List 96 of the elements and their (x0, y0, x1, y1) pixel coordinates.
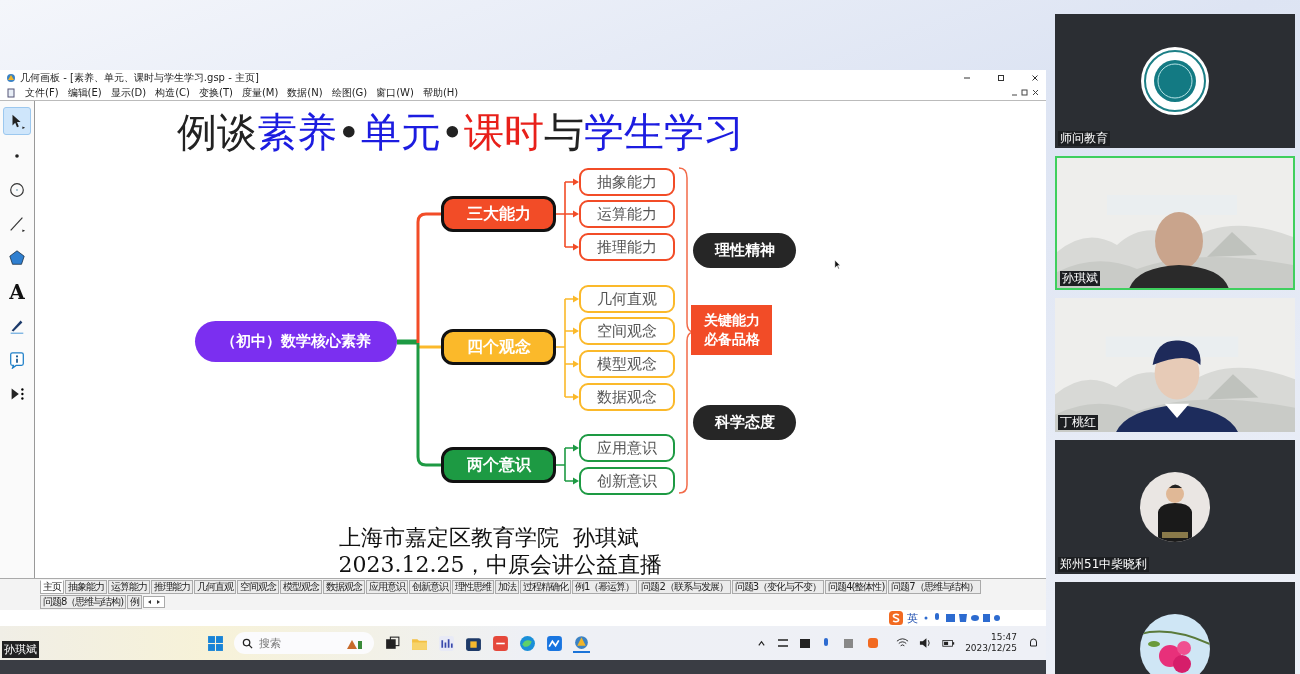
tool-button[interactable]: A (4, 279, 30, 305)
page-tab[interactable]: 过程精确化 (520, 580, 571, 594)
page-tab[interactable]: 运算能力 (108, 580, 150, 594)
zigzag-app-icon[interactable] (545, 634, 563, 652)
participant-name-label: 孙琪斌 (1060, 271, 1100, 286)
menu-item[interactable]: 绘图(G) (331, 86, 368, 100)
window-controls-icon[interactable] (1010, 88, 1040, 98)
mindmap-branch-node: 三大能力 (441, 196, 556, 232)
page-tab[interactable]: 空间观念 (237, 580, 279, 594)
search-field[interactable]: 搜索 (258, 636, 339, 650)
page-tab[interactable]: 例 (127, 595, 143, 609)
video-tile[interactable]: 郑州51中柴晓利 (1055, 440, 1295, 574)
mindmap-leaf-node: 抽象能力 (579, 168, 675, 196)
author-line: 上海市嘉定区教育学院 孙琪斌 (338, 524, 639, 551)
participant-name-label: 郑州51中柴晓利 (1058, 557, 1150, 572)
browser-icon[interactable] (518, 634, 536, 652)
info-icon (8, 351, 26, 369)
page-tab[interactable]: 问题4(整体性) (825, 580, 888, 594)
page-tab[interactable]: 问题8（思维与结构) (40, 595, 127, 609)
summary-label: 理性精神 (693, 233, 796, 268)
circle-icon (8, 181, 26, 199)
mindmap-leaf-node: 创新意识 (579, 467, 675, 495)
page-tab[interactable]: 几何直观 (194, 580, 236, 594)
author-line: 2023.12.25，中原会讲公益直播 (338, 551, 663, 578)
window-title: 几何画板 - [素养、单元、课时与学生学习.gsp - 主页] (20, 71, 259, 85)
scroll-arrows-icon[interactable] (143, 596, 166, 608)
minus-app-icon[interactable] (491, 634, 509, 652)
menu-item[interactable]: 数据(N) (287, 86, 323, 100)
task-view-icon[interactable] (383, 634, 401, 652)
page-tab[interactable]: 理性思维 (452, 580, 494, 594)
menu-item[interactable]: 显示(D) (110, 86, 147, 100)
notification-icon[interactable] (1027, 637, 1040, 649)
page-tab[interactable]: 创新意识 (409, 580, 451, 594)
menu-item[interactable]: 构造(C) (155, 86, 190, 100)
maximize-icon[interactable] (996, 73, 1006, 83)
video-tile[interactable]: 师问教育 (1055, 14, 1295, 148)
participant-name-label: 丁桃红 (1058, 415, 1098, 430)
app-icon (6, 73, 16, 83)
page-tab[interactable]: 问题2（联系与发展） (638, 580, 731, 594)
ime-logo-icon[interactable] (889, 611, 903, 625)
volume-icon[interactable] (919, 637, 933, 649)
participant-name-label: 师问教育 (1058, 131, 1110, 146)
menu-item[interactable]: 编辑(E) (67, 86, 102, 100)
page-tab[interactable]: 主页 (40, 580, 64, 594)
summary-label: 科学态度 (693, 405, 796, 440)
summary-label: 关键能力 (703, 311, 760, 330)
page-tab[interactable]: 数据观念 (323, 580, 365, 594)
page-tab[interactable]: 模型观念 (280, 580, 322, 594)
video-tile[interactable]: 孙琪斌 (1055, 156, 1295, 290)
line-segment-icon (8, 215, 26, 233)
summary-label: 必备品格 (703, 330, 760, 349)
mouse-cursor-icon (834, 259, 841, 270)
point-icon (15, 154, 19, 158)
chart-app-icon[interactable] (437, 634, 455, 652)
windows-logo-icon[interactable] (206, 634, 224, 652)
mindmap-leaf-node: 几何直观 (579, 285, 675, 313)
page-tab[interactable]: 抽象能力 (65, 580, 107, 594)
menu-item[interactable]: 文件(F) (25, 86, 59, 100)
slide-title: 例谈素养•单元•课时与学生学习 (176, 109, 745, 155)
page-tab[interactable]: 问题3（变化与不变） (731, 580, 825, 594)
mindmap-branch-node: 四个观念 (441, 329, 556, 365)
page-tab[interactable]: 例1（幂运算） (572, 580, 638, 594)
speaker-name-label: 孙琪斌 (2, 640, 39, 658)
menu-item[interactable]: 变换(T) (199, 86, 233, 100)
page-tab[interactable]: 加法 (495, 580, 519, 594)
page-tab[interactable]: 问题7（思维与结构） (888, 580, 981, 594)
video-tile[interactable]: 丁桃红 (1055, 298, 1295, 432)
menu-item[interactable]: 帮助(H) (422, 86, 459, 100)
search-bar[interactable]: 搜索 (233, 632, 374, 654)
mindmap-leaf-node: 应用意识 (579, 434, 675, 462)
menu-item[interactable]: 度量(M) (241, 86, 279, 100)
document-icon[interactable] (6, 88, 16, 98)
ime-tools-drawing[interactable] (922, 612, 1002, 624)
menu-item[interactable]: 窗口(W) (376, 86, 414, 100)
connector-line (555, 444, 579, 485)
mindmap-leaf-node: 数据观念 (579, 383, 675, 411)
pentagon-icon (8, 249, 26, 267)
mindmap-leaf-node: 推理能力 (579, 233, 675, 261)
close-icon[interactable] (1030, 73, 1040, 83)
search-icon (241, 637, 253, 649)
page-tab[interactable]: 应用意识 (366, 580, 408, 594)
mindmap-branch-node: 两个意识 (441, 447, 556, 483)
ime-language[interactable]: 英 (907, 610, 918, 626)
clock-time[interactable]: 15:47 (991, 632, 1017, 643)
mindmap-leaf-node: 空间观念 (579, 317, 675, 345)
mindmap-leaf-node: 模型观念 (579, 350, 675, 378)
emblem-icon (1140, 46, 1210, 116)
page-tab[interactable]: 推理能力 (151, 580, 193, 594)
geometry-app-icon[interactable] (572, 633, 590, 653)
wifi-icon[interactable] (896, 637, 910, 649)
battery-icon[interactable] (942, 637, 956, 649)
mindmap-root-node: （初中）数学核心素养 (195, 321, 397, 362)
tool-button[interactable] (3, 107, 31, 135)
mindmap-leaf-node: 运算能力 (579, 200, 675, 228)
chevron-up-icon[interactable] (757, 638, 767, 648)
clock-date[interactable]: 2023/12/25 (965, 643, 1017, 654)
